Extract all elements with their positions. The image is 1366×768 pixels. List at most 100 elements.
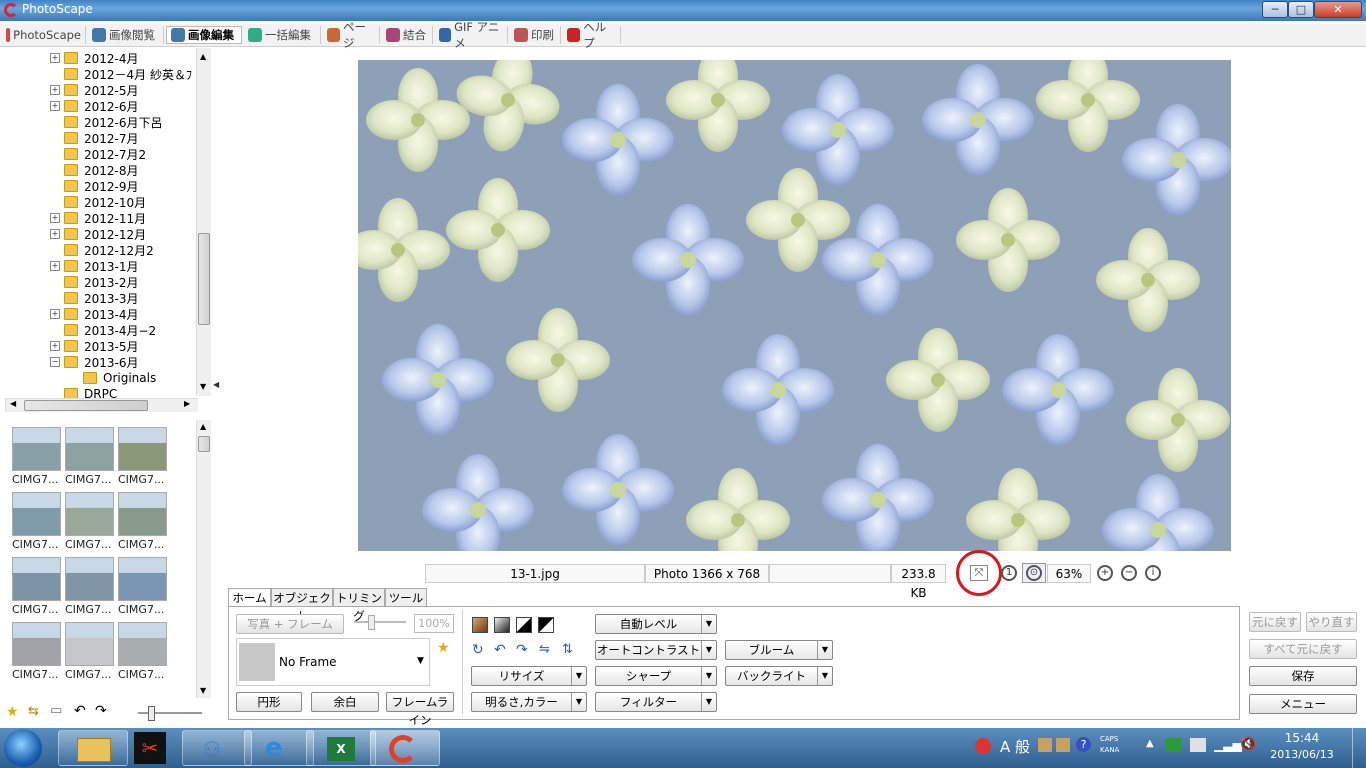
action-center-icon[interactable]: [1190, 738, 1206, 752]
tree-node[interactable]: +2013-5月: [50, 338, 139, 354]
tree-expander-icon[interactable]: +: [50, 261, 60, 271]
show-desktop-button[interactable]: [1352, 728, 1366, 768]
tree-node[interactable]: 2012-7月: [50, 130, 139, 146]
close-button[interactable]: ✕: [1314, 1, 1362, 18]
tab-home[interactable]: ホーム: [228, 588, 271, 607]
auto-contrast-dropdown[interactable]: オートコントラスト ▼: [595, 640, 717, 660]
taskbar-excel[interactable]: X: [306, 730, 376, 766]
taskbar-ie[interactable]: e: [244, 730, 314, 766]
taskbar-photoscape[interactable]: [370, 730, 440, 766]
tree-node[interactable]: 2012-8月: [50, 162, 139, 178]
tree-expander-icon[interactable]: +: [50, 101, 60, 111]
clock-time[interactable]: 15:44: [1262, 731, 1342, 745]
scroll-up-arrow-icon[interactable]: ▲: [200, 52, 206, 61]
frame-select[interactable]: No Frame ▼: [236, 638, 430, 686]
zoom-fit-toggle[interactable]: ⊙: [1022, 563, 1046, 583]
flip-horizontal-icon[interactable]: ⇋: [539, 642, 550, 657]
tree-horizontal-scrollbar[interactable]: ◀ ▶: [5, 398, 198, 412]
tree-node[interactable]: − 2013-6月: [50, 354, 139, 370]
thumbnail-image[interactable]: [118, 492, 167, 536]
circle-shape-button[interactable]: 円形: [236, 692, 302, 712]
zoom-actual-icon[interactable]: 1: [1001, 565, 1017, 581]
tree-expander-icon[interactable]: +: [50, 309, 60, 319]
tree-node[interactable]: DRPC: [50, 386, 117, 398]
thumbnail-image[interactable]: [12, 557, 61, 601]
tree-node[interactable]: 2012-7月2: [50, 146, 146, 162]
collapse-panel-arrow-icon[interactable]: ◀: [213, 380, 219, 389]
tab-editor[interactable]: 画像編集: [166, 26, 242, 44]
tab-gif[interactable]: GIF アニメ: [435, 20, 508, 50]
tree-node[interactable]: +2012-6月: [50, 98, 139, 114]
tree-node[interactable]: 2013-3月: [50, 290, 139, 306]
thumb-scroll-down-icon[interactable]: ▼: [200, 686, 206, 695]
edited-photo[interactable]: [358, 60, 1231, 551]
thumbnail-image[interactable]: [118, 557, 167, 601]
scroll-left-arrow-icon[interactable]: ◀: [10, 399, 16, 408]
sharpen-dropdown[interactable]: シャープ ▼: [595, 666, 717, 686]
network-signal-icon[interactable]: ▁▃▅: [1214, 738, 1242, 752]
minimize-button[interactable]: ─: [1262, 1, 1288, 18]
tree-expander-icon[interactable]: +: [50, 341, 60, 351]
tree-node[interactable]: 2012-12月2: [50, 242, 154, 258]
tree-node[interactable]: 2012-9月: [50, 178, 139, 194]
thumbnail-image[interactable]: [65, 427, 114, 471]
tree-node[interactable]: 2012-6月下呂: [50, 114, 163, 130]
ime-tools-icon[interactable]: [1056, 738, 1070, 752]
filter-dropdown[interactable]: フィルター ▼: [595, 692, 717, 712]
ime-help-icon[interactable]: ?: [1076, 737, 1091, 752]
brightness-color-dropdown[interactable]: 明るさ,カラー ▼: [471, 692, 587, 712]
tab-crop[interactable]: トリミング: [333, 588, 385, 623]
tree-scroll-thumb[interactable]: [198, 233, 210, 325]
auto-level-dropdown[interactable]: 自動レベル ▼: [595, 614, 717, 634]
margin-button[interactable]: 余白: [311, 692, 379, 712]
tab-combine[interactable]: 結合: [382, 26, 433, 44]
grayscale-icon[interactable]: [494, 617, 510, 633]
undo-button[interactable]: 元に戻す: [1249, 612, 1301, 632]
show-hidden-icons-icon[interactable]: ▲: [1146, 738, 1154, 749]
taskbar-cut-app-icon[interactable]: ✂: [134, 732, 166, 764]
frame-line-button[interactable]: フレームライン: [386, 692, 454, 727]
thumb-scroll-thumb[interactable]: [198, 436, 210, 452]
zoom-out-icon[interactable]: −: [1121, 565, 1137, 581]
thumbnail-image[interactable]: [118, 622, 167, 666]
thumbnail-image[interactable]: [12, 492, 61, 536]
thumb-scroll-up-icon[interactable]: ▲: [200, 422, 206, 431]
undo-all-button[interactable]: すべて元に戻す: [1249, 639, 1357, 659]
tree-hscroll-thumb[interactable]: [24, 400, 148, 411]
tab-object[interactable]: オブジェクト: [271, 588, 333, 623]
tree-node[interactable]: +2013-1月: [50, 258, 139, 274]
tree-node[interactable]: +2012-4月: [50, 50, 139, 66]
back-arrow-icon[interactable]: ↶: [74, 703, 86, 719]
tab-print[interactable]: 印刷: [510, 26, 561, 44]
safely-remove-icon[interactable]: [1166, 738, 1182, 752]
taskbar-network[interactable]: ⚇: [182, 730, 252, 766]
save-button[interactable]: 保存: [1249, 666, 1357, 686]
zoom-in-icon[interactable]: +: [1097, 565, 1113, 581]
tree-expander-icon[interactable]: +: [50, 53, 60, 63]
thumbnail-image[interactable]: [65, 492, 114, 536]
sepia-icon[interactable]: [472, 617, 488, 633]
thumbnail-scrollbar[interactable]: ▲ ▼: [196, 420, 211, 698]
tab-page[interactable]: ページ: [323, 20, 380, 50]
resize-dropdown[interactable]: リサイズ ▼: [471, 666, 587, 686]
clock-date[interactable]: 2013/06/13: [1262, 748, 1342, 761]
folder-sync-icon[interactable]: ⇆: [28, 704, 39, 719]
frame-percent-field[interactable]: 100%: [414, 614, 454, 633]
open-folder-icon[interactable]: ▭: [50, 703, 62, 718]
tree-node[interactable]: +2012-12月: [50, 226, 146, 242]
backlight-dropdown[interactable]: バックライト ▼: [725, 666, 833, 686]
rotate-icon[interactable]: ↻: [472, 642, 484, 658]
info-icon[interactable]: i: [1145, 565, 1161, 581]
menu-button[interactable]: メニュー: [1249, 694, 1357, 714]
tree-node[interactable]: 2013-4月−2: [50, 322, 156, 338]
taskbar-explorer[interactable]: [58, 730, 128, 766]
redo-button[interactable]: やり直す: [1306, 612, 1357, 632]
negative-icon[interactable]: [538, 617, 554, 633]
folder-tree[interactable]: +2012-4月 2012－4月 紗英＆ﾌ +2012-5月 +2012-6月 2012…: [5, 48, 197, 398]
photo-frame-button[interactable]: 写真 + フレーム: [236, 614, 344, 634]
tree-node[interactable]: 2012－4月 紗英＆ﾌ: [50, 66, 192, 82]
ime-dictionary-icon[interactable]: [1038, 738, 1052, 752]
thumbnail-image[interactable]: [118, 427, 167, 471]
tree-node[interactable]: +2013-4月: [50, 306, 139, 322]
ime-mode[interactable]: A 般: [1000, 736, 1030, 757]
